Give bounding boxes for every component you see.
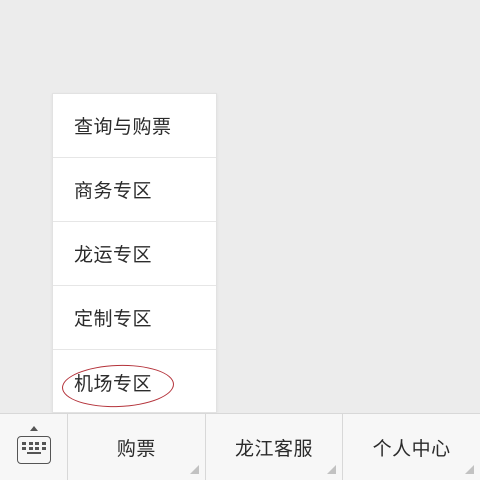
menu-button-personal-center[interactable]: 个人中心	[343, 414, 480, 480]
submenu-indicator-icon	[189, 465, 199, 474]
submenu-item-custom[interactable]: 定制专区	[53, 286, 216, 350]
bottom-menu-bar: 购票 龙江客服 个人中心	[0, 413, 480, 480]
submenu-item-label: 商务专区	[74, 180, 153, 202]
menu-button-label: 龙江客服	[235, 437, 314, 460]
submenu-indicator-icon	[465, 465, 475, 474]
submenu-indicator-icon	[327, 465, 337, 474]
keyboard-toggle-button[interactable]	[0, 414, 68, 480]
submenu-item-business[interactable]: 商务专区	[53, 158, 216, 222]
caret-up-icon	[30, 426, 38, 431]
submenu-item-label: 机场专区	[74, 372, 153, 395]
menu-button-label: 个人中心	[372, 437, 451, 460]
keyboard-icon	[17, 436, 51, 464]
menu-button-buy-ticket[interactable]: 购票	[68, 414, 206, 480]
menu-button-customer-service[interactable]: 龙江客服	[206, 414, 344, 480]
submenu-item-longyun[interactable]: 龙运专区	[53, 222, 216, 286]
submenu-item-query-ticket[interactable]: 查询与购票	[53, 94, 216, 158]
popup-submenu: 查询与购票 商务专区 龙运专区 定制专区 机场专区	[52, 93, 217, 413]
submenu-item-label: 查询与购票	[74, 116, 172, 138]
submenu-item-label: 龙运专区	[74, 244, 153, 266]
submenu-item-airport[interactable]: 机场专区	[53, 350, 216, 414]
menu-button-label: 购票	[116, 437, 156, 460]
submenu-item-label: 定制专区	[74, 308, 153, 330]
